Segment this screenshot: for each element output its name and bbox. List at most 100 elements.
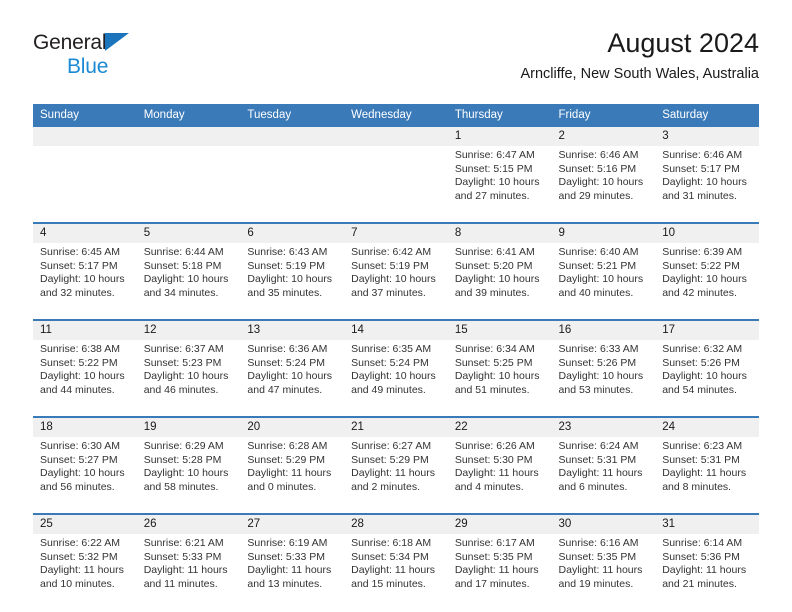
day-detail-cell[interactable]: Sunrise: 6:46 AM Sunset: 5:16 PM Daylight:… bbox=[551, 146, 656, 223]
weekday-header-thursday: Thursday bbox=[447, 104, 552, 127]
day-detail-cell[interactable]: Sunrise: 6:33 AM Sunset: 5:26 PM Daylight:… bbox=[551, 340, 656, 417]
day-detail-cell[interactable]: Sunrise: 6:35 AM Sunset: 5:24 PM Daylight:… bbox=[344, 340, 448, 417]
day-detail-line: Sunset: 5:23 PM bbox=[143, 356, 222, 369]
day-number-cell[interactable]: 16 bbox=[551, 320, 656, 340]
day-number-cell[interactable]: 26 bbox=[136, 514, 241, 534]
day-detail-line: Sunrise: 6:32 AM bbox=[662, 343, 743, 355]
day-detail-cell[interactable]: Sunrise: 6:34 AM Sunset: 5:25 PM Daylight:… bbox=[447, 340, 552, 417]
day-detail-cell[interactable]: Sunrise: 6:22 AM Sunset: 5:32 PM Daylight:… bbox=[33, 534, 137, 610]
day-detail-line: and 6 minutes. bbox=[558, 480, 628, 493]
generalblue-logo[interactable]: General Blue bbox=[33, 32, 203, 88]
day-number-cell[interactable]: 11 bbox=[33, 320, 137, 340]
day-number-cell[interactable]: 18 bbox=[33, 417, 137, 437]
day-number-cell[interactable]: 23 bbox=[551, 417, 656, 437]
day-number-cell[interactable]: 20 bbox=[240, 417, 345, 437]
day-detail-cell[interactable]: Sunrise: 6:28 AM Sunset: 5:29 PM Daylight:… bbox=[240, 437, 345, 514]
day-number-cell[interactable]: 12 bbox=[136, 320, 241, 340]
day-detail-line: Sunset: 5:28 PM bbox=[143, 453, 222, 466]
day-detail-cell[interactable]: Sunrise: 6:37 AM Sunset: 5:23 PM Daylight:… bbox=[136, 340, 241, 417]
day-number-cell[interactable]: 13 bbox=[240, 320, 345, 340]
day-detail-cell[interactable]: Sunrise: 6:47 AM Sunset: 5:15 PM Daylight:… bbox=[447, 146, 552, 223]
day-number-cell[interactable]: 29 bbox=[447, 514, 552, 534]
day-detail-line: Sunrise: 6:42 AM bbox=[351, 246, 432, 258]
day-detail-cell[interactable]: Sunrise: 6:21 AM Sunset: 5:33 PM Daylight:… bbox=[136, 534, 241, 610]
day-number-cell[interactable]: 9 bbox=[551, 223, 656, 243]
day-detail-cell[interactable]: Sunrise: 6:27 AM Sunset: 5:29 PM Daylight:… bbox=[344, 437, 448, 514]
logo-triangle-icon bbox=[105, 33, 130, 51]
calendar-week-details: Sunrise: 6:38 AM Sunset: 5:22 PM Daylight:… bbox=[33, 340, 759, 417]
day-number-cell[interactable]: 17 bbox=[655, 320, 759, 340]
day-detail-cell[interactable]: Sunrise: 6:42 AM Sunset: 5:19 PM Daylight:… bbox=[344, 243, 448, 320]
day-detail-cell[interactable]: Sunrise: 6:29 AM Sunset: 5:28 PM Daylight:… bbox=[136, 437, 241, 514]
day-detail-cell[interactable]: Sunrise: 6:39 AM Sunset: 5:22 PM Daylight:… bbox=[655, 243, 759, 320]
day-detail-cell[interactable]: Sunrise: 6:36 AM Sunset: 5:24 PM Daylight:… bbox=[240, 340, 345, 417]
day-detail-line: Sunset: 5:17 PM bbox=[40, 259, 118, 272]
day-number-cell[interactable]: 19 bbox=[136, 417, 241, 437]
day-number-cell[interactable]: 3 bbox=[655, 127, 759, 146]
day-detail-cell[interactable]: Sunrise: 6:40 AM Sunset: 5:21 PM Daylight:… bbox=[551, 243, 656, 320]
day-detail-line: Sunset: 5:15 PM bbox=[454, 162, 533, 175]
calendar-week-daynumbers: 123 bbox=[33, 127, 759, 146]
day-detail-cell[interactable]: Sunrise: 6:16 AM Sunset: 5:35 PM Daylight:… bbox=[551, 534, 656, 610]
calendar-week-details: Sunrise: 6:47 AM Sunset: 5:15 PM Daylight:… bbox=[33, 146, 759, 223]
day-detail-cell[interactable]: Sunrise: 6:44 AM Sunset: 5:18 PM Daylight:… bbox=[136, 243, 241, 320]
weekday-header-tuesday: Tuesday bbox=[240, 104, 345, 127]
day-detail-line: Sunrise: 6:26 AM bbox=[454, 440, 535, 452]
day-detail-cell[interactable]: Sunrise: 6:18 AM Sunset: 5:34 PM Daylight:… bbox=[344, 534, 448, 610]
day-detail-line: Daylight: 10 hours bbox=[40, 467, 125, 480]
day-detail-line: Daylight: 11 hours bbox=[351, 467, 435, 480]
day-detail-cell[interactable]: Sunrise: 6:26 AM Sunset: 5:30 PM Daylight:… bbox=[447, 437, 552, 514]
day-number-cell[interactable]: 24 bbox=[655, 417, 759, 437]
day-detail-line: Daylight: 11 hours bbox=[247, 564, 332, 577]
day-number-cell[interactable]: 7 bbox=[344, 223, 448, 243]
day-detail-cell-empty bbox=[240, 146, 345, 223]
weekday-header-wednesday: Wednesday bbox=[344, 104, 448, 127]
day-detail-cell[interactable]: Sunrise: 6:23 AM Sunset: 5:31 PM Daylight:… bbox=[655, 437, 759, 514]
day-number-cell[interactable]: 21 bbox=[344, 417, 448, 437]
weekday-header-friday: Friday bbox=[551, 104, 656, 127]
day-number-cell[interactable]: 8 bbox=[447, 223, 552, 243]
day-detail-cell[interactable]: Sunrise: 6:32 AM Sunset: 5:26 PM Daylight:… bbox=[655, 340, 759, 417]
day-number-cell[interactable]: 28 bbox=[344, 514, 448, 534]
day-number-cell[interactable]: 25 bbox=[33, 514, 137, 534]
day-number-cell[interactable]: 22 bbox=[447, 417, 552, 437]
day-detail-line: and 37 minutes. bbox=[351, 286, 426, 299]
day-number-cell[interactable]: 4 bbox=[33, 223, 137, 243]
day-detail-line: Sunrise: 6:18 AM bbox=[351, 537, 432, 549]
day-detail-line: Sunrise: 6:21 AM bbox=[143, 537, 224, 549]
weekday-header-sunday: Sunday bbox=[33, 104, 137, 127]
day-detail-line: Sunset: 5:35 PM bbox=[558, 550, 637, 563]
day-detail-cell[interactable]: Sunrise: 6:41 AM Sunset: 5:20 PM Daylight:… bbox=[447, 243, 552, 320]
day-detail-cell[interactable]: Sunrise: 6:45 AM Sunset: 5:17 PM Daylight:… bbox=[33, 243, 137, 320]
day-detail-cell[interactable]: Sunrise: 6:14 AM Sunset: 5:36 PM Daylight:… bbox=[655, 534, 759, 610]
day-detail-line: Sunset: 5:26 PM bbox=[662, 356, 740, 369]
day-number-cell[interactable]: 31 bbox=[655, 514, 759, 534]
day-detail-line: and 11 minutes. bbox=[143, 577, 218, 590]
day-number-cell[interactable]: 14 bbox=[344, 320, 448, 340]
day-detail-line: Daylight: 10 hours bbox=[558, 370, 644, 383]
day-detail-line: Sunrise: 6:39 AM bbox=[662, 246, 743, 258]
day-detail-line: and 29 minutes. bbox=[558, 189, 634, 202]
day-detail-line: and 42 minutes. bbox=[662, 286, 737, 299]
day-number-cell[interactable]: 6 bbox=[240, 223, 345, 243]
day-detail-line: Sunrise: 6:24 AM bbox=[558, 440, 639, 452]
day-number-cell[interactable]: 1 bbox=[447, 127, 552, 146]
day-detail-line: and 51 minutes. bbox=[454, 383, 530, 396]
day-detail-line: and 13 minutes. bbox=[247, 577, 323, 590]
day-number-cell[interactable]: 10 bbox=[655, 223, 759, 243]
day-detail-line: and 39 minutes. bbox=[454, 286, 530, 299]
day-detail-line: Sunrise: 6:35 AM bbox=[351, 343, 432, 355]
day-detail-cell[interactable]: Sunrise: 6:30 AM Sunset: 5:27 PM Daylight:… bbox=[33, 437, 137, 514]
day-detail-cell[interactable]: Sunrise: 6:17 AM Sunset: 5:35 PM Daylight:… bbox=[447, 534, 552, 610]
day-detail-cell[interactable]: Sunrise: 6:19 AM Sunset: 5:33 PM Daylight:… bbox=[240, 534, 345, 610]
day-detail-cell[interactable]: Sunrise: 6:46 AM Sunset: 5:17 PM Daylight:… bbox=[655, 146, 759, 223]
day-number-cell[interactable]: 5 bbox=[136, 223, 241, 243]
day-detail-line: and 27 minutes. bbox=[454, 189, 530, 202]
day-detail-cell[interactable]: Sunrise: 6:38 AM Sunset: 5:22 PM Daylight:… bbox=[33, 340, 137, 417]
day-number-cell[interactable]: 27 bbox=[240, 514, 345, 534]
day-detail-cell[interactable]: Sunrise: 6:43 AM Sunset: 5:19 PM Daylight:… bbox=[240, 243, 345, 320]
day-detail-cell[interactable]: Sunrise: 6:24 AM Sunset: 5:31 PM Daylight:… bbox=[551, 437, 656, 514]
day-number-cell[interactable]: 2 bbox=[551, 127, 656, 146]
day-number-cell[interactable]: 30 bbox=[551, 514, 656, 534]
day-number-cell[interactable]: 15 bbox=[447, 320, 552, 340]
